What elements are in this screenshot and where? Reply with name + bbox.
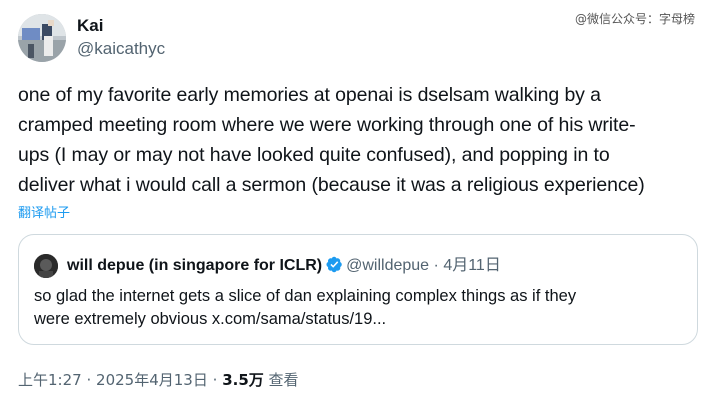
- views-count: 3.5万: [222, 371, 264, 389]
- tweet-text-line: ups (I may or may not have looked quite …: [18, 144, 610, 166]
- post-date[interactable]: 2025年4月13日: [96, 371, 208, 389]
- watermark: @微信公众号：字母榜: [574, 12, 695, 26]
- tweet-text: one of my favorite early memories at ope…: [18, 80, 702, 200]
- separator-dot: ·: [86, 371, 92, 389]
- tweet-card: Kai @kaicathyc @微信公众号：字母榜 one of my favo…: [0, 0, 713, 401]
- quoted-date[interactable]: 4月11日: [443, 257, 501, 274]
- verified-badge-icon: [326, 256, 342, 273]
- quoted-text: so glad the internet gets a slice of dan…: [34, 285, 684, 331]
- quoted-tweet[interactable]: will depue (in singapore for ICLR) @willd…: [18, 234, 698, 345]
- tweet-meta: 上午1:27 · 2025年4月13日 · 3.5万 查看: [18, 369, 299, 390]
- tweet-text-line: cramped meeting room where we were worki…: [18, 114, 636, 136]
- quoted-author-name[interactable]: will depue (in singapore for ICLR): [67, 257, 322, 274]
- separator-dot: ·: [433, 257, 439, 274]
- post-time[interactable]: 上午1:27: [18, 371, 82, 389]
- quoted-author-handle[interactable]: @willdepue: [346, 257, 429, 274]
- views-label: 查看: [268, 371, 299, 389]
- avatar-photo-icon: [34, 254, 58, 278]
- quoted-author-avatar[interactable]: [34, 254, 58, 278]
- author-avatar[interactable]: [18, 14, 66, 62]
- tweet-text-line: one of my favorite early memories at ope…: [18, 84, 601, 106]
- quoted-text-line: were extremely obvious x.com/sama/status…: [34, 310, 387, 328]
- separator-dot: ·: [212, 371, 218, 389]
- author-name[interactable]: Kai: [77, 15, 103, 37]
- avatar-photo-icon: [18, 14, 66, 62]
- quoted-text-line: so glad the internet gets a slice of dan…: [34, 287, 577, 305]
- quoted-header: will depue (in singapore for ICLR) @willd…: [67, 255, 501, 277]
- tweet-text-line: deliver what i would call a sermon (beca…: [18, 174, 645, 196]
- translate-post-link[interactable]: 翻译帖子: [18, 202, 70, 221]
- author-handle[interactable]: @kaicathyc: [77, 38, 165, 60]
